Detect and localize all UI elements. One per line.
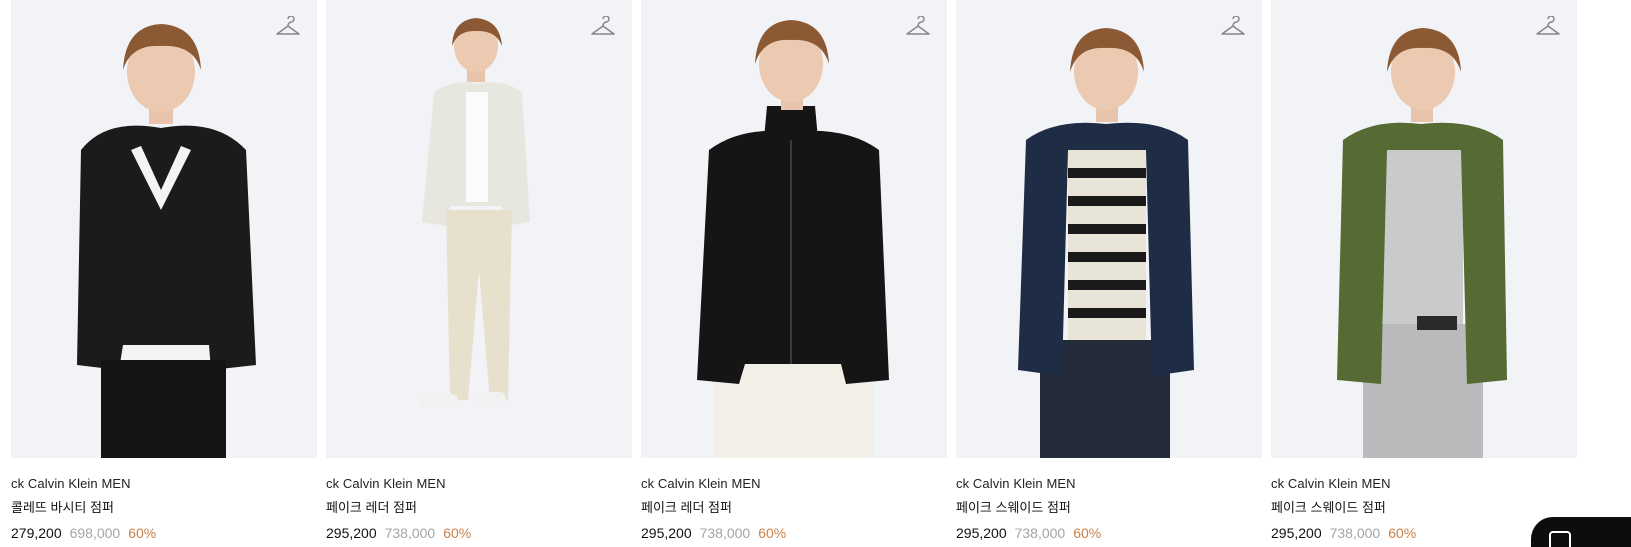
product-card[interactable]: ck Calvin Klein MEN 페이크 레더 점퍼 295,200 738… xyxy=(326,0,632,542)
product-image[interactable] xyxy=(326,0,632,458)
product-brand[interactable]: ck Calvin Klein MEN xyxy=(956,476,1262,492)
product-image[interactable] xyxy=(1271,0,1577,458)
product-name[interactable]: 페이크 스웨이드 점퍼 xyxy=(1271,500,1577,516)
original-price: 698,000 xyxy=(69,525,121,541)
product-card[interactable]: ck Calvin Klein MEN 페이크 레더 점퍼 295,200 738… xyxy=(641,0,947,542)
price-row: 295,200 738,000 60% xyxy=(641,524,947,542)
product-name[interactable]: 페이크 스웨이드 점퍼 xyxy=(956,500,1262,516)
discount-rate: 60% xyxy=(758,525,787,541)
product-brand[interactable]: ck Calvin Klein MEN xyxy=(326,476,632,492)
product-card[interactable]: ck Calvin Klein MEN 콜레뜨 바시티 점퍼 279,200 69… xyxy=(11,0,317,542)
product-brand[interactable]: ck Calvin Klein MEN xyxy=(641,476,947,492)
original-price: 738,000 xyxy=(1014,525,1066,541)
product-card[interactable]: ck Calvin Klein MEN 페이크 스웨이드 점퍼 295,200 7… xyxy=(956,0,1262,542)
product-card[interactable]: ck Calvin Klein MEN 페이크 스웨이드 점퍼 295,200 7… xyxy=(1271,0,1577,542)
price-row: 295,200 738,000 60% xyxy=(956,524,1262,542)
original-price: 738,000 xyxy=(1329,525,1381,541)
hanger-icon[interactable] xyxy=(275,16,301,38)
discount-rate: 60% xyxy=(443,525,472,541)
product-name[interactable]: 콜레뜨 바시티 점퍼 xyxy=(11,500,317,516)
product-brand[interactable]: ck Calvin Klein MEN xyxy=(11,476,317,492)
product-name[interactable]: 페이크 레더 점퍼 xyxy=(326,500,632,516)
floating-action-button[interactable] xyxy=(1531,517,1631,547)
product-image[interactable] xyxy=(641,0,947,458)
sale-price: 295,200 xyxy=(326,525,377,541)
price-row: 279,200 698,000 60% xyxy=(11,524,317,542)
hanger-icon[interactable] xyxy=(905,16,931,38)
discount-rate: 60% xyxy=(128,525,157,541)
product-image[interactable] xyxy=(11,0,317,458)
product-brand[interactable]: ck Calvin Klein MEN xyxy=(1271,476,1577,492)
hanger-icon[interactable] xyxy=(1220,16,1246,38)
sale-price: 279,200 xyxy=(11,525,62,541)
discount-rate: 60% xyxy=(1073,525,1102,541)
hanger-icon[interactable] xyxy=(590,16,616,38)
hanger-icon[interactable] xyxy=(1535,16,1561,38)
product-name[interactable]: 페이크 레더 점퍼 xyxy=(641,500,947,516)
sale-price: 295,200 xyxy=(641,525,692,541)
product-grid: ck Calvin Klein MEN 콜레뜨 바시티 점퍼 279,200 69… xyxy=(0,0,1631,547)
discount-rate: 60% xyxy=(1388,525,1417,541)
original-price: 738,000 xyxy=(384,525,436,541)
square-icon xyxy=(1549,531,1571,547)
product-image[interactable] xyxy=(956,0,1262,458)
sale-price: 295,200 xyxy=(1271,525,1322,541)
original-price: 738,000 xyxy=(699,525,751,541)
price-row: 295,200 738,000 60% xyxy=(326,524,632,542)
sale-price: 295,200 xyxy=(956,525,1007,541)
